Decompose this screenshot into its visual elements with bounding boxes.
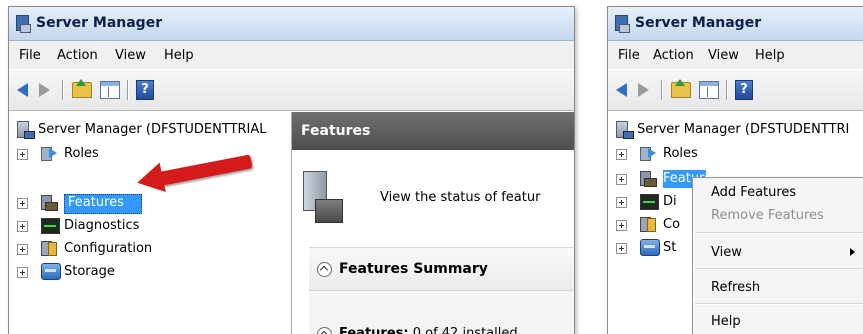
storage-icon	[640, 239, 660, 256]
features-status-text: View the status of featur	[380, 190, 541, 205]
title-bar[interactable]: Server Manager	[608, 7, 863, 41]
tree-item-label: Di	[663, 194, 677, 209]
features-summary-panel: Features Summary Features: 0 of 42 insta…	[309, 247, 574, 334]
tree-item-label: Configuration	[64, 241, 153, 256]
menu-item-label: Add Features	[711, 185, 797, 200]
tree-item-label: Roles	[64, 146, 99, 161]
expand-icon[interactable]	[17, 221, 28, 232]
roles-icon	[640, 145, 656, 161]
menu-item-remove-features: Remove Features	[693, 204, 863, 226]
menu-separator	[695, 268, 863, 270]
diagnostics-icon	[41, 218, 60, 234]
tree-root-label: Server Manager (DFSTUDENTTRIAL	[38, 122, 267, 137]
expand-icon[interactable]	[17, 267, 28, 278]
tree-item-label: Co	[663, 217, 681, 232]
details-header-title: Features	[301, 123, 371, 139]
menu-item-label: View	[711, 245, 742, 260]
tree-item-label: Roles	[663, 146, 698, 161]
menu-item-help[interactable]: Help	[693, 310, 863, 332]
menu-item-add-features[interactable]: Add Features	[693, 181, 863, 203]
tree-item-label: St	[663, 240, 677, 255]
up-arrow-icon	[675, 79, 685, 86]
server-icon	[616, 121, 634, 139]
console-tree: Server Manager (DFSTUDENTTRIAL Roles Fea…	[9, 112, 292, 334]
menu-separator	[695, 232, 863, 234]
title-bar[interactable]: Server Manager	[9, 7, 574, 41]
help-icon[interactable]: ?	[136, 80, 154, 100]
features-large-icon	[303, 171, 343, 223]
toolbar-separator	[661, 80, 663, 100]
diagnostics-icon	[640, 194, 659, 210]
submenu-arrow-icon	[850, 248, 855, 256]
server-manager-app-icon	[615, 15, 630, 33]
toolbar-separator	[127, 80, 129, 100]
toolbar-separator	[726, 80, 728, 100]
menu-separator	[695, 303, 863, 305]
features-summary-title: Features Summary	[339, 261, 488, 277]
toolbar-separator	[62, 80, 64, 100]
tree-item-label: Diagnostics	[64, 218, 140, 233]
menu-help[interactable]: Help	[164, 48, 194, 63]
show-hide-console-tree-icon[interactable]	[100, 81, 120, 99]
context-menu: Add Features Remove Features View Refres…	[692, 177, 863, 334]
server-manager-window-context: Server Manager File Action View Help ? S…	[607, 6, 863, 334]
roles-icon	[41, 145, 57, 161]
expand-icon[interactable]	[17, 149, 28, 160]
menu-file[interactable]: File	[618, 48, 640, 63]
tree-root-label: Server Manager (DFSTUDENTTRI	[637, 122, 850, 137]
up-arrow-icon	[76, 79, 86, 86]
toolbar: ?	[608, 70, 863, 111]
window-title: Server Manager	[635, 15, 762, 31]
server-icon	[17, 121, 35, 139]
configuration-icon	[41, 240, 57, 256]
features-icon	[41, 194, 58, 211]
expand-icon[interactable]	[616, 220, 627, 231]
menu-file[interactable]: File	[19, 48, 41, 63]
details-pane: Features View the status of featur Featu…	[292, 112, 574, 334]
menu-action[interactable]: Action	[653, 48, 694, 63]
details-header: Features	[292, 112, 574, 150]
menu-item-refresh[interactable]: Refresh	[693, 276, 863, 298]
expand-icon[interactable]	[616, 197, 627, 208]
menu-help[interactable]: Help	[755, 48, 785, 63]
tree-item-label: Storage	[64, 264, 115, 279]
server-manager-app-icon	[16, 15, 31, 33]
storage-icon	[41, 263, 61, 280]
menu-action[interactable]: Action	[57, 48, 98, 63]
menu-bar: File Action View Help	[608, 41, 863, 69]
menu-item-label: Remove Features	[711, 208, 824, 223]
help-icon[interactable]: ?	[735, 80, 753, 100]
menu-item-label: Refresh	[711, 280, 761, 295]
configuration-icon	[640, 216, 656, 232]
expand-icon[interactable]	[17, 198, 28, 209]
expand-icon[interactable]	[616, 149, 627, 160]
features-summary-header[interactable]: Features Summary	[309, 248, 574, 291]
menu-bar: File Action View Help	[9, 41, 574, 69]
menu-view[interactable]: View	[708, 48, 739, 63]
server-manager-window: Server Manager File Action View Help ? S…	[8, 6, 575, 334]
menu-item-view[interactable]: View	[693, 241, 863, 263]
expand-icon[interactable]	[616, 174, 627, 185]
menu-view[interactable]: View	[115, 48, 146, 63]
features-icon	[640, 170, 657, 187]
forward-arrow-icon[interactable]	[638, 83, 649, 97]
forward-arrow-icon[interactable]	[39, 83, 50, 97]
expand-icon[interactable]	[616, 243, 627, 254]
collapse-chevron-icon[interactable]	[317, 262, 332, 277]
toolbar: ?	[9, 70, 574, 111]
tree-item-label: Features	[68, 195, 124, 210]
back-arrow-icon[interactable]	[17, 83, 28, 97]
expand-icon[interactable]	[17, 244, 28, 255]
window-title: Server Manager	[36, 15, 163, 31]
back-arrow-icon[interactable]	[616, 83, 627, 97]
show-hide-console-tree-icon[interactable]	[699, 81, 719, 99]
menu-item-label: Help	[711, 314, 741, 329]
